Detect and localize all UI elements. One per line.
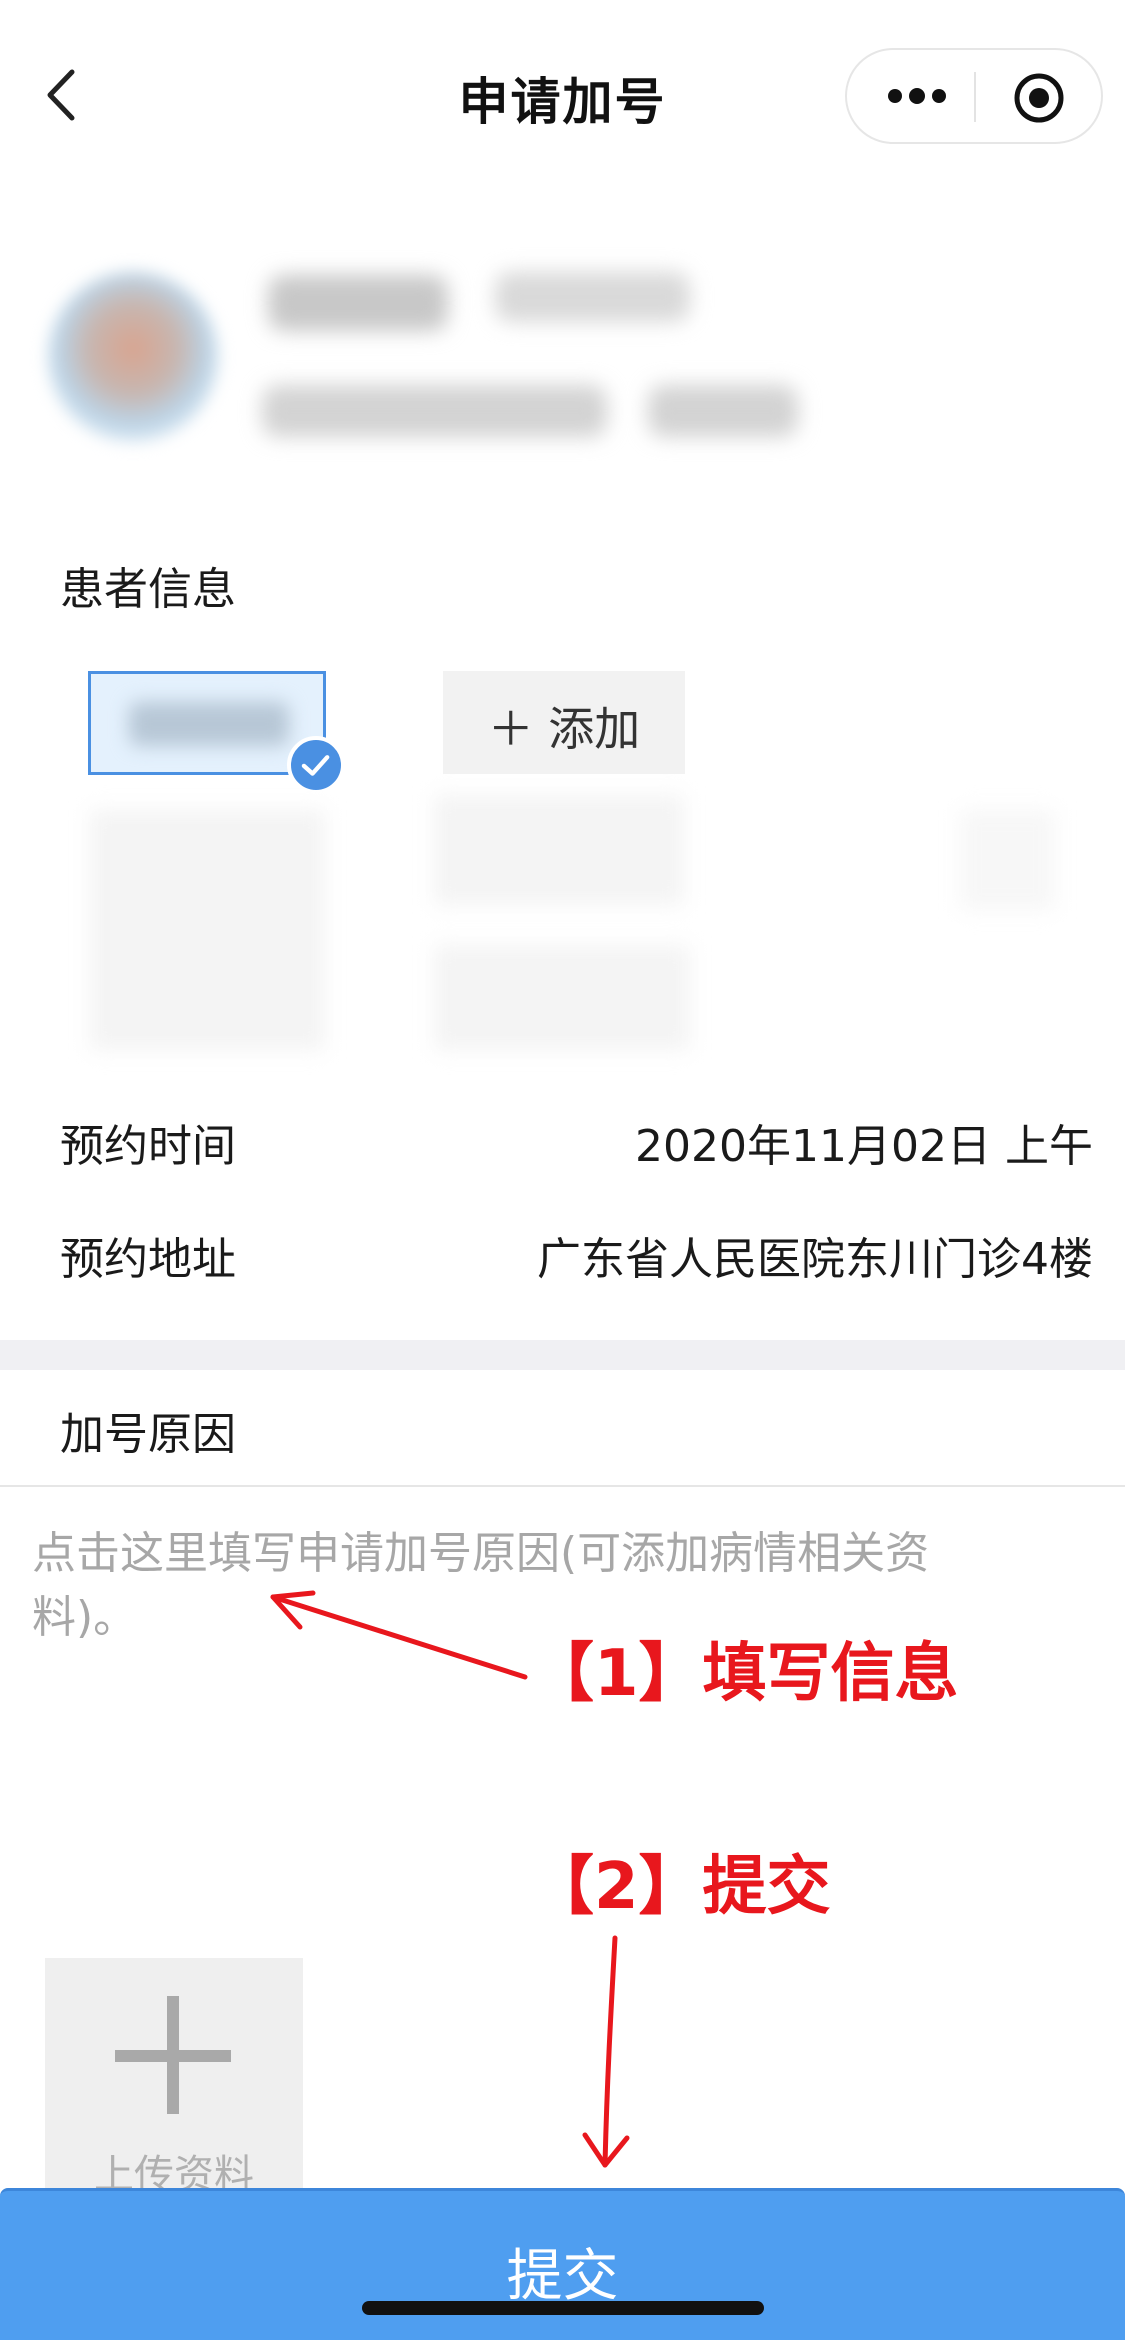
upload-materials-button[interactable]: 上传资料 [45, 1958, 303, 2198]
blurred-region [90, 810, 325, 1050]
blurred-region [434, 945, 690, 1050]
plus-icon-bar [115, 2050, 231, 2062]
doctor-dept-blurred [648, 385, 798, 437]
submit-button[interactable]: 提交 [0, 2188, 1125, 2340]
reason-label: 加号原因 [60, 1409, 236, 1460]
patient-info-label: 患者信息 [60, 564, 236, 615]
section-separator [0, 1340, 1125, 1370]
appointment-time-value: 2020年11月02日 上午 [635, 1121, 1093, 1172]
add-patient-button[interactable]: ＋ 添加 [443, 671, 685, 774]
annotation-arrow-2 [582, 1935, 630, 2168]
submit-label: 提交 [506, 2244, 619, 2309]
mini-program-capsule [845, 48, 1103, 144]
appointment-address-value: 广东省人民医院东川门诊4楼 [537, 1234, 1093, 1285]
patient-name-blurred [129, 702, 289, 746]
divider [0, 1485, 1125, 1487]
blurred-region [960, 810, 1055, 910]
blurred-region [434, 795, 684, 905]
target-circle-icon[interactable] [1013, 72, 1065, 124]
annotation-arrow-1 [270, 1590, 528, 1680]
more-dots-icon[interactable] [887, 84, 947, 108]
doctor-title-blurred [495, 272, 690, 322]
annotation-step1: 【1】填写信息 [530, 1637, 959, 1711]
annotation-step2: 【2】提交 [530, 1850, 831, 1924]
add-patient-label: ＋ 添加 [487, 702, 641, 756]
doctor-name-blurred [268, 275, 448, 331]
appointment-address-label: 预约地址 [60, 1234, 236, 1285]
doctor-hospital-blurred [262, 385, 607, 437]
reason-placeholder-line1: 点击这里填写申请加号原因(可添加病情相关资 [32, 1528, 930, 1579]
doctor-avatar [48, 272, 218, 442]
capsule-divider [974, 72, 976, 122]
check-icon [287, 736, 345, 794]
home-indicator [362, 2301, 764, 2315]
appointment-time-label: 预约时间 [60, 1121, 236, 1172]
